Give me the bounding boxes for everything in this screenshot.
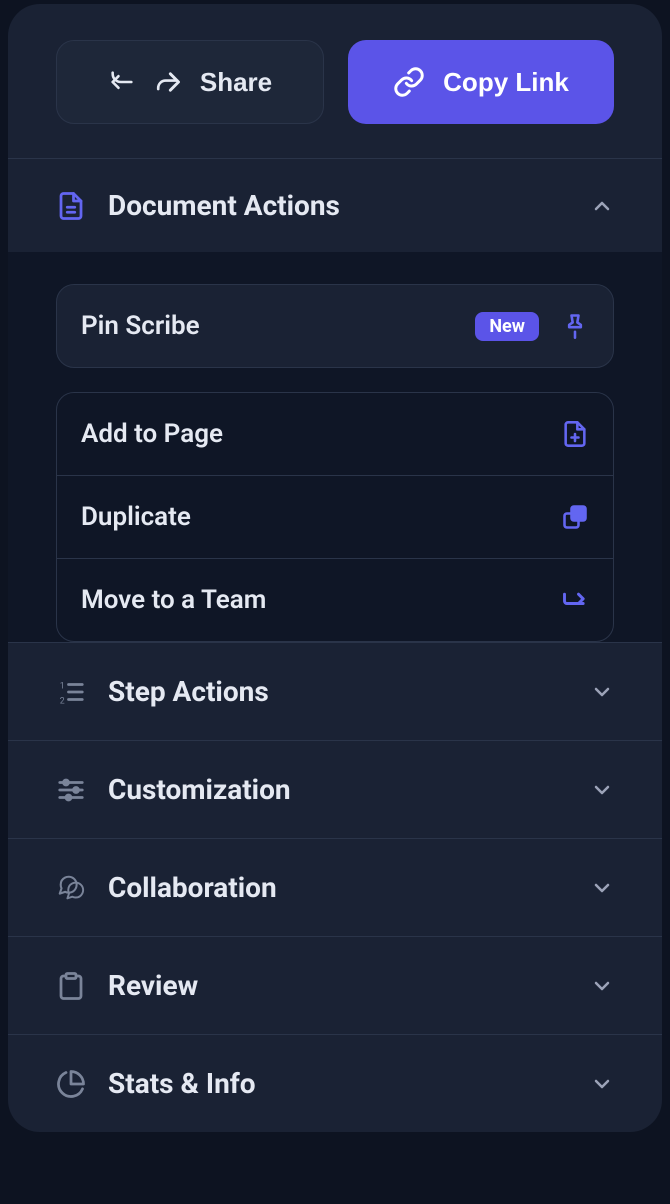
chevron-down-icon [590,876,614,900]
chevron-down-icon [590,778,614,802]
chevron-up-icon [590,194,614,218]
action-label: Add to Page [81,419,561,449]
duplicate-icon [561,503,589,531]
header-buttons: Share Copy Link [8,4,662,158]
document-actions-content: Pin Scribe New Add to Page [8,252,662,642]
pie-chart-icon [56,1069,86,1099]
action-move-to-team[interactable]: Move to a Team [57,558,613,641]
action-label: Move to a Team [81,585,561,615]
svg-text:1: 1 [60,681,65,691]
document-icon [56,191,86,221]
sliders-icon [56,775,86,805]
pin-icon [561,312,589,340]
section-title: Customization [108,773,590,806]
section-title: Step Actions [108,675,590,708]
file-plus-icon [561,420,589,448]
section-title: Collaboration [108,871,590,904]
chevron-down-icon [590,974,614,998]
svg-text:2: 2 [60,696,65,706]
share-arrow-icon [176,68,204,96]
section-document-actions[interactable]: Document Actions [8,158,662,252]
section-step-actions[interactable]: 1 2 Step Actions [8,642,662,740]
copy-link-button[interactable]: Copy Link [348,40,614,124]
share-button[interactable]: Share [56,40,324,124]
section-title: Document Actions [108,189,590,222]
actions-panel: Share Copy Link Document Actions [8,4,662,1132]
action-group: Add to Page Duplicate [56,392,614,642]
action-duplicate[interactable]: Duplicate [57,475,613,558]
section-collaboration[interactable]: Collaboration [8,838,662,936]
share-icon [108,68,136,96]
chat-icon [56,873,86,903]
section-title: Review [108,969,590,1002]
clipboard-icon [56,971,86,1001]
section-title: Stats & Info [108,1067,590,1100]
chevron-down-icon [590,680,614,704]
move-arrow-icon [561,586,589,614]
action-add-to-page[interactable]: Add to Page [57,393,613,475]
section-stats-info[interactable]: Stats & Info [8,1034,662,1132]
share-label: Share [200,67,272,98]
section-customization[interactable]: Customization [8,740,662,838]
action-label: Pin Scribe [81,311,475,341]
action-label: Duplicate [81,502,561,532]
link-icon [393,66,425,98]
copy-link-label: Copy Link [443,67,569,98]
action-pin-scribe[interactable]: Pin Scribe New [56,284,614,368]
chevron-down-icon [590,1072,614,1096]
new-badge: New [475,312,539,341]
section-review[interactable]: Review [8,936,662,1034]
list-icon: 1 2 [56,677,86,707]
